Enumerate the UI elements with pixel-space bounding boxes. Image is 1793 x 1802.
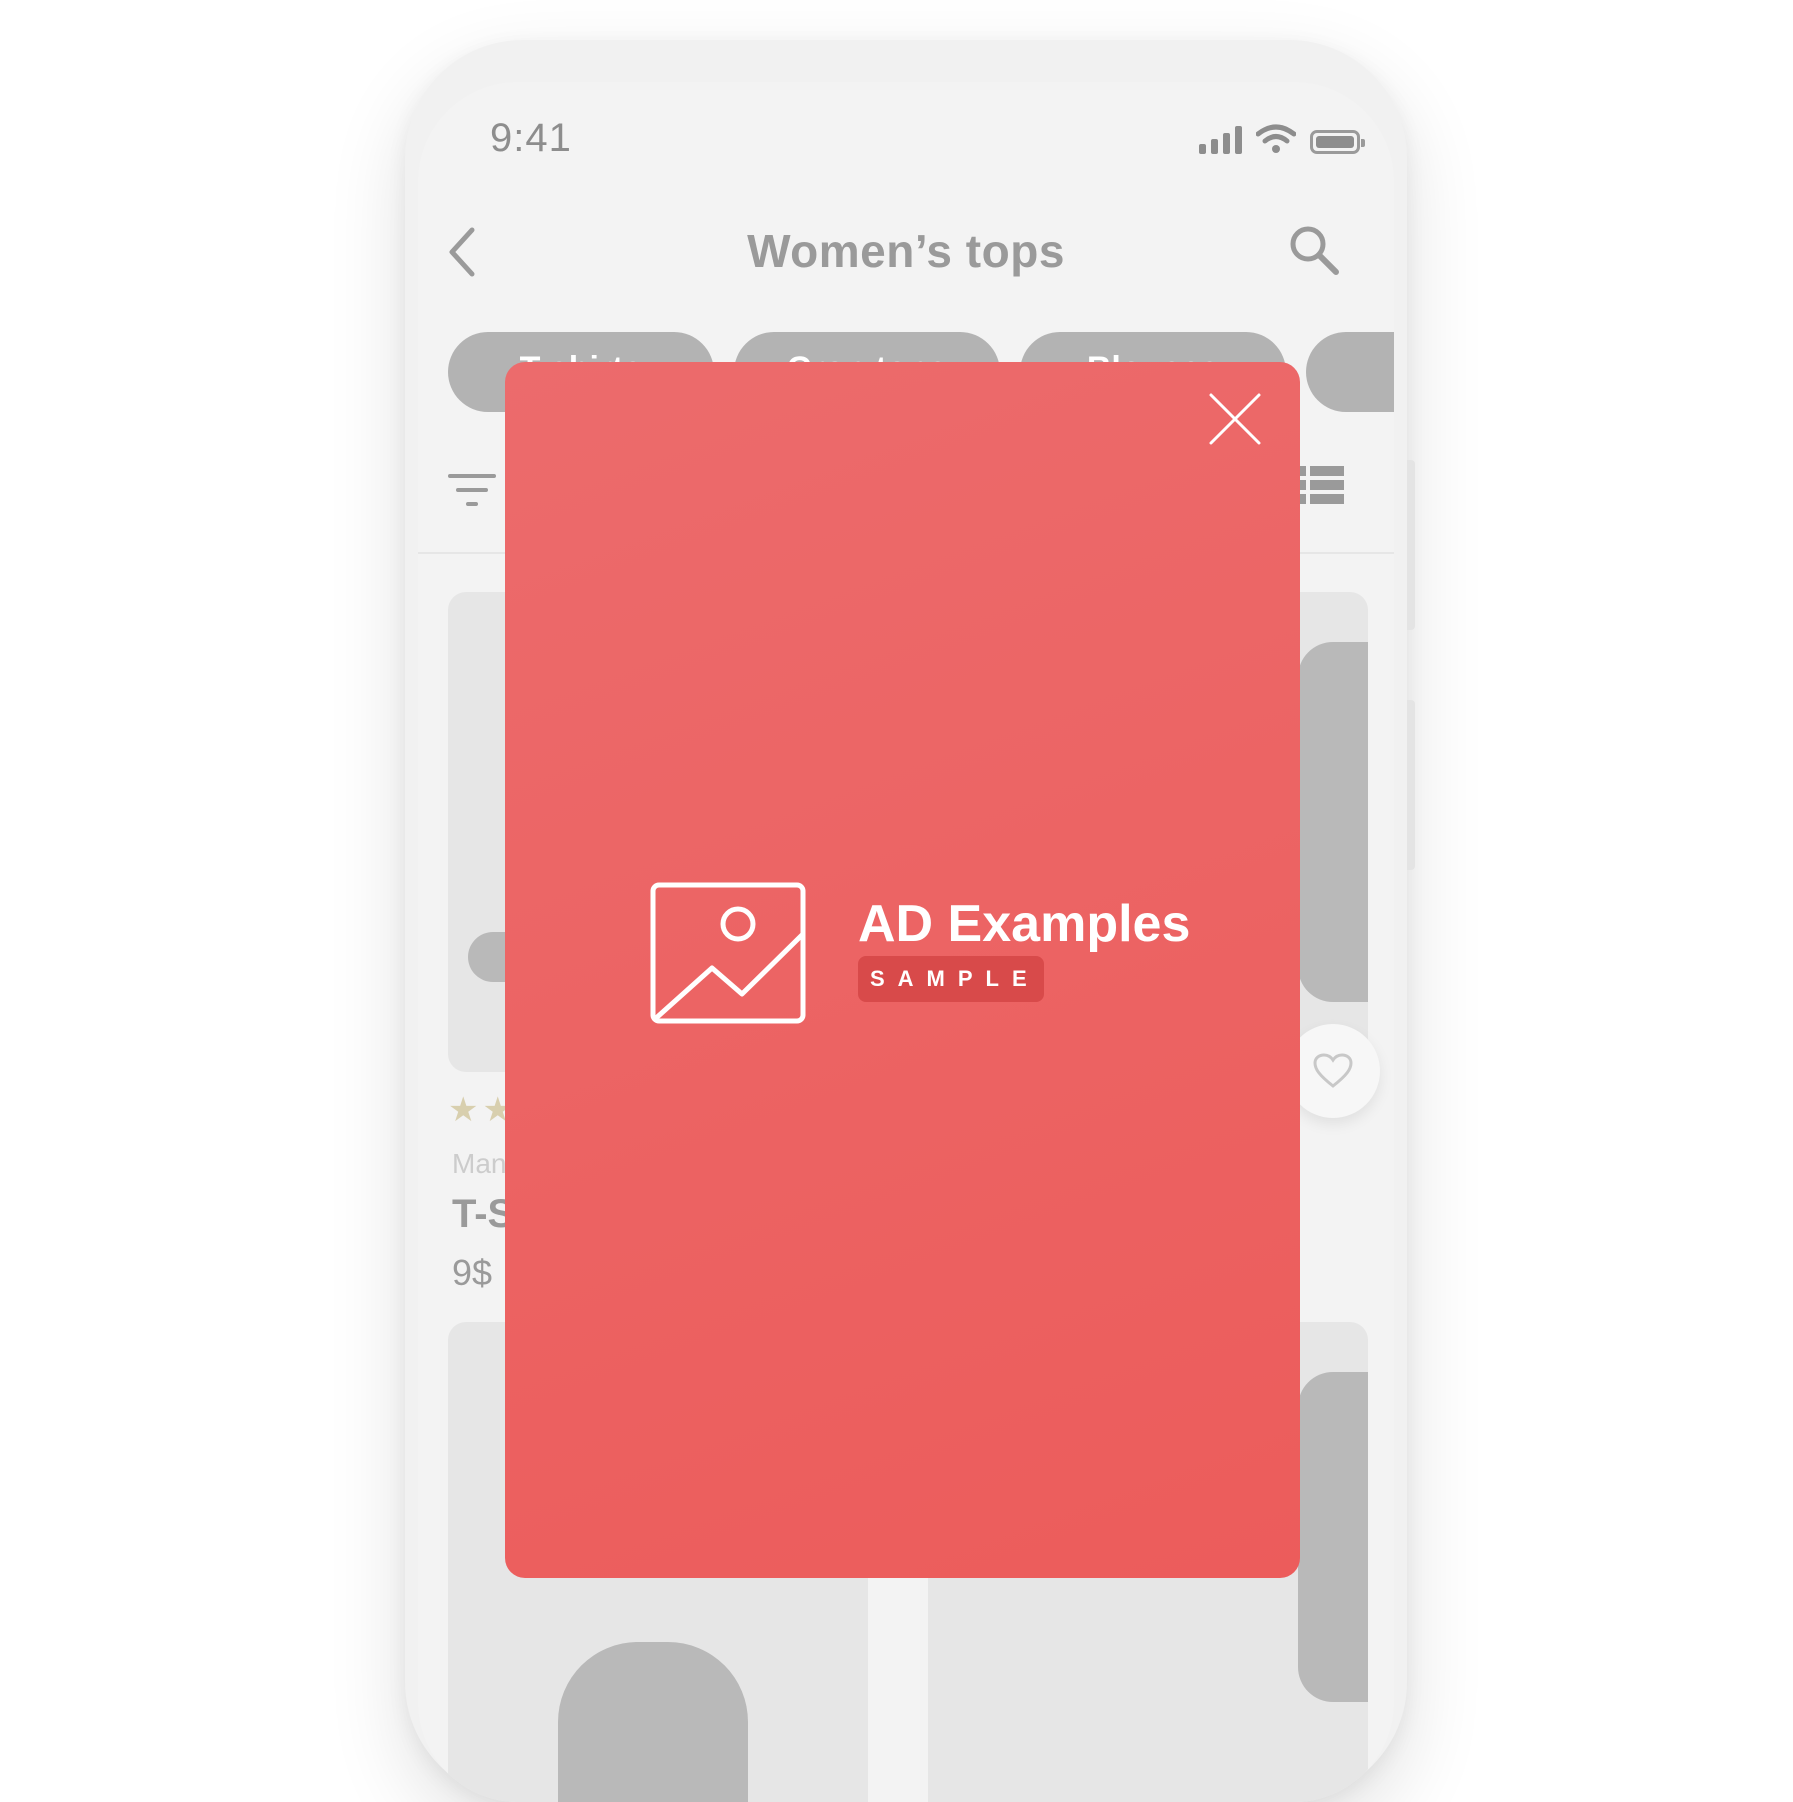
close-icon[interactable] bbox=[1208, 392, 1262, 446]
product-photo-model bbox=[558, 1642, 748, 1802]
ad-title: AD Examples bbox=[858, 895, 1191, 953]
product-photo-model bbox=[1298, 1372, 1368, 1702]
phone-side-button bbox=[1407, 700, 1415, 870]
heart-icon bbox=[1313, 1053, 1353, 1088]
list-view-icon[interactable] bbox=[1294, 466, 1344, 506]
favorite-button[interactable] bbox=[1286, 1024, 1380, 1118]
page-title: Women’s tops bbox=[747, 225, 1065, 277]
product-photo-model bbox=[1298, 642, 1368, 1002]
product-price: 9$ bbox=[452, 1252, 493, 1293]
search-icon[interactable] bbox=[1286, 222, 1342, 278]
ad-popup[interactable]: AD Examples SAMPLE bbox=[505, 362, 1300, 1578]
category-chip[interactable] bbox=[1306, 332, 1394, 412]
image-placeholder-icon bbox=[650, 882, 806, 1024]
ad-content: AD Examples SAMPLE bbox=[650, 882, 1190, 1024]
ad-text: AD Examples SAMPLE bbox=[858, 898, 1190, 1002]
filter-icon[interactable] bbox=[448, 472, 500, 512]
cellular-signal-icon bbox=[1199, 126, 1242, 154]
status-icons bbox=[1199, 124, 1365, 154]
wifi-icon bbox=[1256, 124, 1296, 153]
battery-icon bbox=[1310, 130, 1365, 154]
ad-sample-badge: SAMPLE bbox=[858, 956, 1044, 1002]
status-time: 9:41 bbox=[490, 116, 572, 160]
phone-side-button bbox=[1407, 460, 1415, 630]
